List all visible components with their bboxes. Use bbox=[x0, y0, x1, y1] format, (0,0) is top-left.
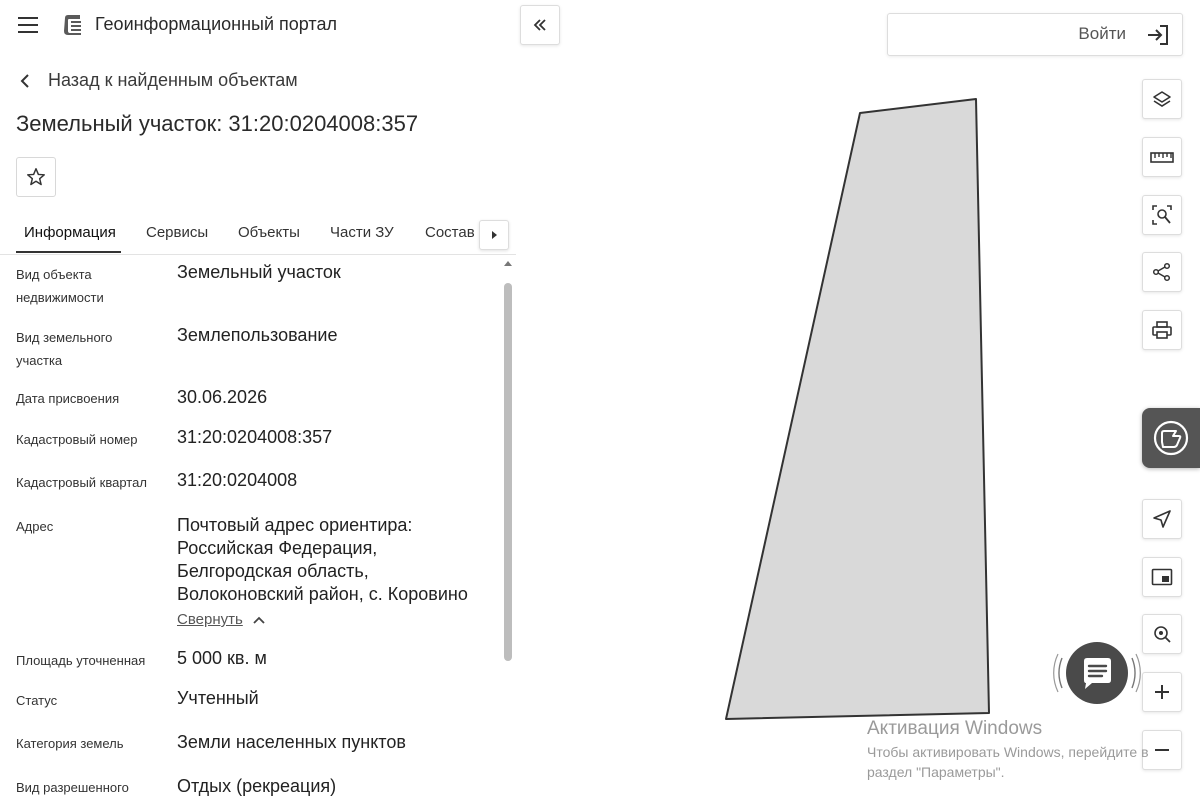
collapse-link[interactable]: Свернуть bbox=[177, 611, 243, 628]
measure-button[interactable] bbox=[1142, 137, 1182, 177]
ruler-icon bbox=[1150, 152, 1174, 163]
page-title: Земельный участок: 31:20:0204008:357 bbox=[16, 111, 419, 136]
row-value-area: 5 000 кв. м bbox=[177, 648, 267, 668]
info-list: Вид объекта недвижимости Земельный участ… bbox=[0, 255, 500, 806]
zoom-out-icon bbox=[1155, 749, 1169, 751]
double-chevron-left-icon bbox=[533, 19, 546, 31]
row-label-land-category: Категория земель bbox=[16, 736, 124, 751]
share-button[interactable] bbox=[1142, 252, 1182, 292]
zoom-in-icon bbox=[1155, 685, 1169, 699]
favorite-button[interactable] bbox=[16, 157, 56, 197]
map-view[interactable]: Войти Активация Windows Чтобы активирова… bbox=[516, 0, 1200, 806]
tab-information[interactable]: Информация bbox=[24, 224, 116, 241]
navigate-button[interactable] bbox=[1142, 499, 1182, 539]
print-icon bbox=[1152, 321, 1172, 339]
chat-widget[interactable] bbox=[1052, 628, 1142, 718]
login-label: Войти bbox=[1078, 24, 1126, 43]
collapse-panel-button[interactable] bbox=[520, 5, 560, 45]
zoom-in-button[interactable] bbox=[1142, 672, 1182, 712]
chevron-left-icon bbox=[20, 73, 29, 88]
scrollbar-thumb[interactable] bbox=[504, 283, 512, 661]
layers-icon bbox=[1153, 91, 1171, 107]
tabs-scroll-right-button[interactable] bbox=[479, 220, 509, 250]
layers-button[interactable] bbox=[1142, 79, 1182, 119]
navigate-icon bbox=[1153, 510, 1171, 528]
row-value-address-line-4: Волоконовский район, с. Коровино bbox=[177, 584, 468, 604]
row-value-address-line-2: Российская Федерация, bbox=[177, 538, 378, 558]
locate-button[interactable] bbox=[1142, 614, 1182, 654]
row-value-address-line-3: Белгородская область, bbox=[177, 561, 369, 581]
tab-services[interactable]: Сервисы bbox=[146, 224, 208, 241]
feedback-tab[interactable] bbox=[1142, 408, 1200, 468]
row-label-assign-date: Дата присвоения bbox=[16, 391, 120, 406]
locate-icon bbox=[1154, 626, 1171, 643]
watermark-line-3: раздел "Параметры". bbox=[867, 764, 1005, 780]
row-label-cadastral-block: Кадастровый квартал bbox=[16, 475, 147, 490]
row-label-permitted-use: Вид разрешенного bbox=[16, 780, 129, 795]
row-value-status: Учтенный bbox=[177, 688, 259, 708]
menu-icon[interactable] bbox=[18, 16, 40, 34]
windows-activation-watermark: Активация Windows Чтобы активировать Win… bbox=[867, 718, 1149, 782]
star-icon bbox=[27, 168, 45, 186]
select-area-button[interactable] bbox=[1142, 195, 1182, 235]
row-value-object-type: Земельный участок bbox=[177, 262, 341, 282]
row-label-area: Площадь уточненная bbox=[16, 653, 146, 668]
row-label-address: Адрес bbox=[16, 519, 54, 534]
row-label-parcel-type: Вид земельного участка bbox=[16, 330, 113, 368]
row-value-cadastral-block: 31:20:0204008 bbox=[177, 470, 298, 490]
watermark-title: Активация Windows bbox=[867, 718, 1043, 739]
app-title: Геоинформационный портал bbox=[95, 14, 337, 34]
info-panel: Геоинформационный портал Назад к найденн… bbox=[0, 0, 516, 806]
row-value-cadastral-number: 31:20:0204008:357 bbox=[177, 427, 333, 447]
row-value-address-line-1: Почтовый адрес ориентира: bbox=[177, 515, 413, 535]
portal-logo-icon bbox=[64, 15, 81, 35]
row-label-object-type: Вид объекта недвижимости bbox=[16, 267, 104, 305]
login-icon bbox=[1148, 25, 1168, 45]
row-value-parcel-type: Землепользование bbox=[177, 325, 338, 345]
row-value-permitted-use: Отдых (рекреация) bbox=[177, 776, 337, 796]
chevron-up-icon[interactable] bbox=[252, 615, 266, 625]
scroll-up-arrow-icon[interactable] bbox=[503, 259, 513, 267]
select-area-icon bbox=[1152, 205, 1172, 225]
share-icon bbox=[1152, 262, 1171, 282]
feedback-icon bbox=[1153, 420, 1189, 456]
row-label-cadastral-number: Кадастровый номер bbox=[16, 432, 138, 447]
active-tab-indicator bbox=[16, 251, 121, 253]
row-label-status: Статус bbox=[16, 693, 58, 708]
tab-parts[interactable]: Части ЗУ bbox=[330, 224, 394, 241]
tab-composition[interactable]: Состав bbox=[425, 224, 475, 241]
tab-objects[interactable]: Объекты bbox=[238, 224, 300, 241]
tab-bar: Информация Сервисы Объекты Части ЗУ Сост… bbox=[0, 210, 516, 255]
print-button[interactable] bbox=[1142, 310, 1182, 350]
minimap-icon bbox=[1151, 568, 1173, 586]
minimap-button[interactable] bbox=[1142, 557, 1182, 597]
row-value-assign-date: 30.06.2026 bbox=[177, 387, 268, 407]
row-value-land-category: Земли населенных пунктов bbox=[177, 732, 406, 752]
watermark-line-2: Чтобы активировать Windows, перейдите в bbox=[867, 744, 1149, 760]
back-link-label: Назад к найденным объектам bbox=[48, 70, 298, 90]
login-button[interactable]: Войти bbox=[887, 13, 1183, 56]
back-link[interactable]: Назад к найденным объектам bbox=[18, 70, 298, 91]
triangle-right-icon bbox=[492, 231, 497, 239]
